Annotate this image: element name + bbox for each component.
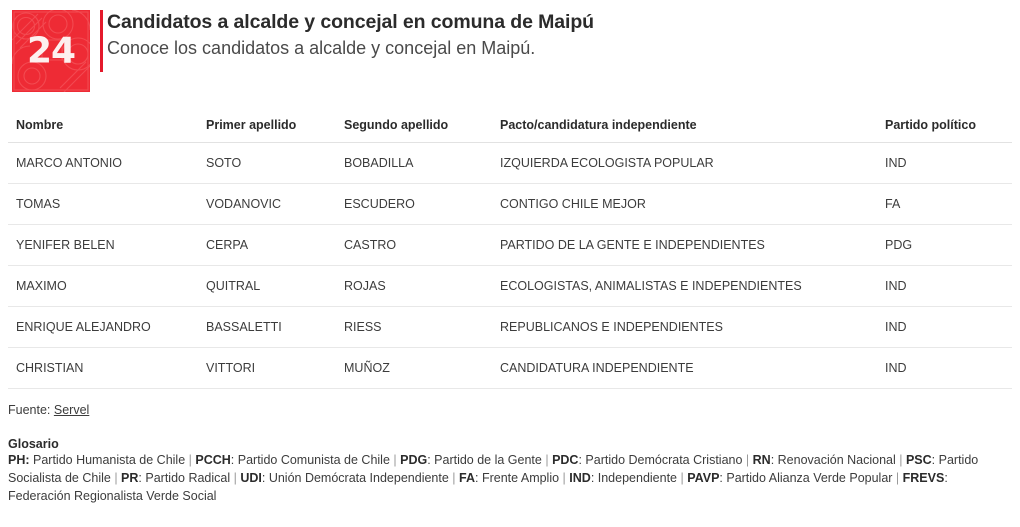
glossary-abbr: PDG (400, 453, 428, 467)
cell-nombre: ENRIQUE ALEJANDRO (8, 306, 198, 348)
cell-nombre: TOMAS (8, 183, 198, 225)
table-row: MARCO ANTONIO SOTO BOBADILLA IZQUIERDA E… (8, 142, 1012, 184)
cell-nombre: MAXIMO (8, 265, 198, 307)
table-header: Nombre Primer apellido Segundo apellido … (8, 108, 1012, 143)
cell-nombre: YENIFER BELEN (8, 224, 198, 266)
table-row: YENIFER BELEN CERPA CASTRO PARTIDO DE LA… (8, 224, 1012, 266)
glossary-separator: | (389, 453, 401, 467)
cell-segundo-apellido: RIESS (336, 306, 492, 348)
cell-partido: IND (877, 265, 1012, 307)
cell-primer-apellido: SOTO (198, 142, 336, 184)
page-header: 24 Candidatos a alcalde y concejal en co… (0, 0, 1020, 100)
source-label: Fuente: (8, 403, 51, 417)
glossary-description: : Independiente (590, 470, 678, 485)
glossary-description: : Partido de la Gente (427, 453, 542, 467)
cell-primer-apellido: VITTORI (198, 347, 336, 389)
cell-pacto: REPUBLICANOS E INDEPENDIENTES (492, 306, 877, 348)
title-block: Candidatos a alcalde y concejal en comun… (100, 10, 594, 72)
glossary-abbr: FREVS (902, 470, 945, 485)
glossary-separator: | (677, 470, 688, 485)
cell-pacto: CANDIDATURA INDEPENDIENTE (492, 347, 877, 389)
cell-pacto: CONTIGO CHILE MEJOR (492, 183, 877, 225)
table-row: ENRIQUE ALEJANDRO BASSALETTI RIESS REPUB… (8, 306, 1012, 348)
page-title: Candidatos a alcalde y concejal en comun… (107, 11, 594, 33)
glossary-separator: | (448, 470, 460, 485)
cell-partido: IND (877, 142, 1012, 184)
glossary-description: : Frente Amplio (475, 470, 560, 485)
column-header-nombre: Nombre (8, 108, 198, 143)
column-header-partido: Partido político (877, 108, 1012, 143)
glossary-description: : Unión Demócrata Independiente (261, 470, 449, 485)
glossary-abbr: PSC (905, 453, 932, 467)
glossary-separator: | (110, 470, 122, 485)
cell-pacto: PARTIDO DE LA GENTE E INDEPENDIENTES (492, 224, 877, 266)
column-header-pacto: Pacto/candidatura independiente (492, 108, 877, 143)
cell-segundo-apellido: ESCUDERO (336, 183, 492, 225)
canal-24-horas-logo: 24 (12, 10, 90, 92)
glossary-abbr: IND (569, 470, 591, 485)
glossary-abbr: PR (121, 470, 139, 485)
cell-partido: FA (877, 183, 1012, 225)
glossary-abbr: RN (752, 453, 771, 467)
cell-pacto: ECOLOGISTAS, ANIMALISTAS E INDEPENDIENTE… (492, 265, 877, 307)
cell-segundo-apellido: MUÑOZ (336, 347, 492, 389)
glossary-separator: | (541, 453, 553, 467)
table-row: MAXIMO QUITRAL ROJAS ECOLOGISTAS, ANIMAL… (8, 265, 1012, 307)
source-line: Fuente: Servel (8, 403, 1020, 417)
cell-primer-apellido: QUITRAL (198, 265, 336, 307)
glossary-separator: | (895, 453, 906, 467)
column-header-segundo-apellido: Segundo apellido (336, 108, 492, 143)
glossary-description: : Partido Radical (138, 470, 231, 485)
glossary-description: : Partido Alianza Verde Popular (719, 470, 893, 485)
glossary-abbr: PDC (552, 453, 579, 467)
cell-segundo-apellido: ROJAS (336, 265, 492, 307)
glossary-abbr: PAVP (687, 470, 720, 485)
cell-partido: IND (877, 347, 1012, 389)
cell-partido: IND (877, 306, 1012, 348)
glossary-entries: PH: Partido Humanista de Chile | PCCH: P… (8, 452, 998, 505)
table-body: MARCO ANTONIO SOTO BOBADILLA IZQUIERDA E… (8, 142, 1012, 389)
cell-segundo-apellido: CASTRO (336, 224, 492, 266)
candidates-table-wrapper: Nombre Primer apellido Segundo apellido … (8, 108, 1012, 389)
cell-primer-apellido: BASSALETTI (198, 306, 336, 348)
glossary-section: Glosario PH: Partido Humanista de Chile … (8, 437, 1012, 505)
glossary-abbr: PCCH (195, 453, 231, 467)
glossary-abbr: PH: (8, 453, 30, 467)
glossary-description: : Renovación Nacional (770, 453, 896, 467)
glossary-separator: | (892, 470, 903, 485)
cell-partido: PDG (877, 224, 1012, 266)
page-subtitle: Conoce los candidatos a alcalde y concej… (107, 38, 536, 59)
glossary-separator: | (742, 453, 753, 467)
source-link-servel[interactable]: Servel (54, 403, 89, 417)
table-row: CHRISTIAN VITTORI MUÑOZ CANDIDATURA INDE… (8, 347, 1012, 389)
cell-pacto: IZQUIERDA ECOLOGISTA POPULAR (492, 142, 877, 184)
cell-nombre: MARCO ANTONIO (8, 142, 198, 184)
glossary-description: : Partido Comunista de Chile (230, 453, 390, 467)
glossary-separator: | (230, 470, 241, 485)
cell-segundo-apellido: BOBADILLA (336, 142, 492, 184)
cell-primer-apellido: CERPA (198, 224, 336, 266)
red-accent-bar (100, 10, 103, 72)
cell-nombre: CHRISTIAN (8, 347, 198, 389)
table-row: TOMAS VODANOVIC ESCUDERO CONTIGO CHILE M… (8, 183, 1012, 225)
glossary-separator: | (185, 453, 196, 467)
glossary-abbr: UDI (240, 470, 262, 485)
glossary-description: Partido Humanista de Chile (29, 453, 186, 467)
table-header-row: Nombre Primer apellido Segundo apellido … (8, 108, 1012, 143)
glossary-abbr: FA (459, 470, 475, 485)
glossary-title: Glosario (8, 437, 59, 451)
column-header-primer-apellido: Primer apellido (198, 108, 336, 143)
glossary-separator: | (559, 470, 570, 485)
glossary-description: : Partido Demócrata Cristiano (578, 453, 743, 467)
logo-number: 24 (26, 30, 76, 72)
cell-primer-apellido: VODANOVIC (198, 183, 336, 225)
candidates-table: Nombre Primer apellido Segundo apellido … (8, 108, 1012, 389)
